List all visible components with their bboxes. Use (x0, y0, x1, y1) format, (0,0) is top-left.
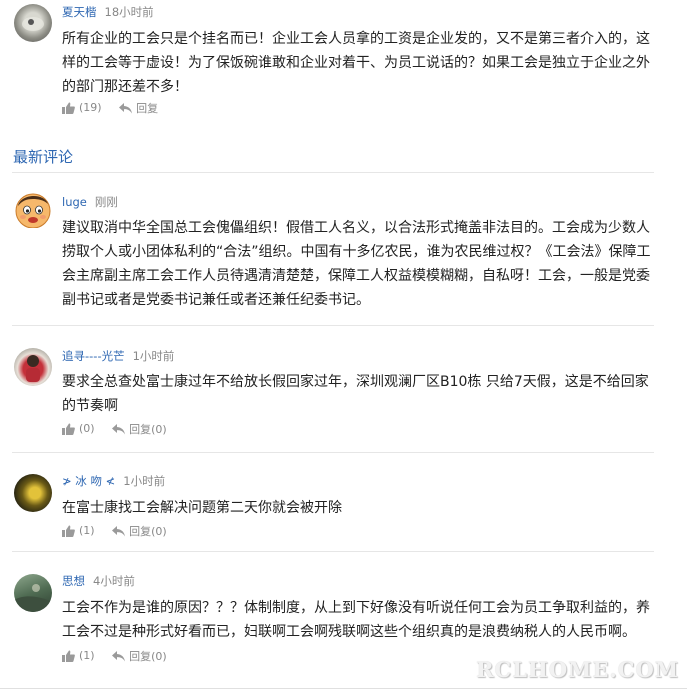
thumbs-up-icon (62, 423, 75, 435)
reply-button[interactable]: 回复 (0) (112, 523, 167, 539)
avatar-image (26, 355, 40, 382)
like-count: (1) (79, 524, 95, 537)
reply-count: (0) (151, 524, 167, 538)
reply-label: 回复 (136, 102, 159, 115)
timestamp: 1小时前 (123, 474, 166, 488)
reply-arrow-icon (112, 525, 126, 536)
thumbs-up-icon (62, 525, 75, 537)
comment-text: 建议取消中华全国总工会傀儡组织！假借工人名义，以合法形式掩盖非法目的。工会成为少… (62, 220, 651, 308)
divider (12, 172, 654, 173)
like-button[interactable]: (1) (62, 524, 95, 537)
avatar-image (22, 17, 44, 31)
reply-count: (0) (151, 649, 167, 663)
comment-meta: 思想 4小时前 (62, 573, 135, 589)
like-button[interactable]: (1) (62, 649, 95, 662)
comment-text: 所有企业的工会只是个挂名而已！企业工会人员拿的工资是企业发的，又不是第三者介入的… (62, 31, 650, 95)
thumbs-up-icon (62, 102, 75, 114)
reply-arrow-icon (112, 650, 126, 661)
timestamp: 18小时前 (104, 5, 154, 19)
username-link[interactable]: luge (62, 195, 87, 209)
avatar[interactable] (14, 4, 52, 42)
site-watermark: RCLHOME.COM (476, 657, 679, 682)
comment-text: 工会不作为是谁的原因？？？体制制度，从上到下好像没有听说任何工会为员工争取利益的… (62, 600, 650, 640)
comment-actions: (19) 回复 (62, 100, 172, 117)
avatar[interactable] (14, 190, 52, 228)
like-count: (0) (79, 422, 95, 435)
divider (12, 325, 654, 326)
username-link[interactable]: 追寻----光芒 (62, 349, 125, 363)
comment-item: ≯ 冰 吻 ≮ 1小时前 在富士康找工会解决问题第二天你就会被开除 (1) 回复(… (0, 466, 655, 546)
reply-arrow-icon (112, 423, 126, 434)
like-count: (1) (79, 649, 95, 662)
comment-text: 在富士康找工会解决问题第二天你就会被开除 (62, 500, 342, 516)
like-count: (19) (79, 101, 102, 114)
timestamp: 1小时前 (132, 349, 175, 363)
avatar[interactable] (14, 574, 52, 612)
comment-actions: (1) 回复 (0) (62, 523, 181, 540)
top-comment: 夏天楷 18小时前 所有企业的工会只是个挂名而已！企业工会人员拿的工资是企业发的，… (0, 0, 655, 120)
reply-label: 回复 (129, 423, 152, 436)
username-link[interactable]: 夏天楷 (62, 5, 97, 19)
comment-item: 追寻----光芒 1小时前 要求全总查处富士康过年不给放长假回家过年，深圳观澜厂区… (0, 340, 655, 445)
like-button[interactable]: (19) (62, 101, 102, 114)
divider (12, 452, 654, 453)
comment-meta: luge 刚刚 (62, 194, 118, 210)
reply-arrow-icon (119, 102, 133, 113)
comment-text: 要求全总查处富士康过年不给放长假回家过年，深圳观澜厂区B10栋 只给7天假，这是… (62, 374, 649, 414)
section-title: 最新评论 (13, 148, 74, 166)
timestamp: 刚刚 (94, 195, 118, 209)
reply-count: (0) (151, 422, 167, 436)
divider (12, 551, 654, 552)
username-link[interactable]: 思想 (62, 574, 85, 588)
timestamp: 4小时前 (93, 574, 135, 588)
reply-button[interactable]: 回复 (119, 100, 158, 116)
reply-button[interactable]: 回复 (0) (112, 648, 167, 664)
reply-label: 回复 (129, 650, 152, 663)
reply-label: 回复 (129, 525, 152, 538)
divider (0, 688, 687, 689)
comment-item: luge 刚刚 建议取消中华全国总工会傀儡组织！假借工人名义，以合法形式掩盖非法目… (0, 188, 655, 318)
avatar-image (14, 584, 52, 612)
comment-item: 思想 4小时前 工会不作为是谁的原因？？？体制制度，从上到下好像没有听说任何工会为… (0, 566, 655, 671)
like-button[interactable]: (0) (62, 422, 95, 435)
username-link[interactable]: ≯ 冰 吻 ≮ (62, 474, 115, 488)
comment-meta: 夏天楷 18小时前 (62, 4, 154, 20)
avatar[interactable] (14, 348, 52, 386)
comment-actions: (1) 回复 (0) (62, 648, 181, 665)
comment-meta: 追寻----光芒 1小时前 (62, 348, 174, 364)
comment-actions: (0) 回复 (0) (62, 421, 181, 438)
thumbs-up-icon (62, 650, 75, 662)
avatar[interactable] (14, 474, 52, 512)
comment-meta: ≯ 冰 吻 ≮ 1小时前 (62, 473, 165, 489)
avatar-cartoon-face (15, 193, 51, 228)
reply-button[interactable]: 回复 (0) (112, 421, 167, 437)
